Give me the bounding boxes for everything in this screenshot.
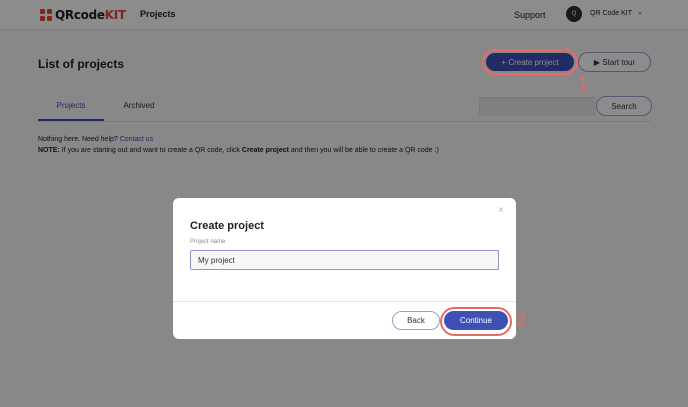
project-name-input[interactable] xyxy=(190,250,499,270)
back-button[interactable]: Back xyxy=(392,311,440,330)
highlight-ring-continue xyxy=(440,307,512,336)
step-number-2: 2 xyxy=(516,310,527,329)
project-name-label: Project name xyxy=(190,239,226,245)
dialog-title: Create project xyxy=(190,220,264,232)
step-number-1: 1 xyxy=(578,74,589,93)
dialog-divider xyxy=(173,301,516,302)
close-icon[interactable]: × xyxy=(498,205,504,216)
highlight-ring-create xyxy=(482,49,578,75)
